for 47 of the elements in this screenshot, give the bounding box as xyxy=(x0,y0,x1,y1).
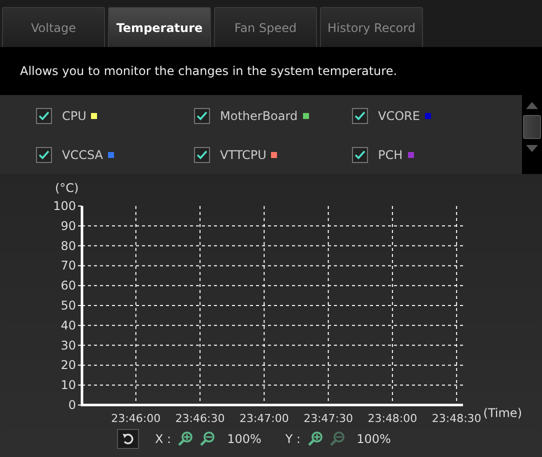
checkbox[interactable] xyxy=(194,108,210,124)
checkbox[interactable] xyxy=(36,146,52,162)
y-tick-label: 30 xyxy=(60,338,76,352)
zoom-in-icon[interactable] xyxy=(177,431,194,447)
tab[interactable]: Fan Speed xyxy=(214,7,317,47)
x-tick-label: 23:48:00 xyxy=(368,412,418,425)
sensor-label: VCCSA xyxy=(62,148,104,162)
tab[interactable]: Voltage xyxy=(2,7,105,47)
y-axis-unit: (°C) xyxy=(55,181,79,195)
y-tick-label: 10 xyxy=(60,378,76,392)
y-axis-label: Y : xyxy=(285,432,301,446)
y-tick-label: 50 xyxy=(60,298,76,312)
checkbox[interactable] xyxy=(194,146,210,162)
y-tick-label: 20 xyxy=(60,358,76,372)
reset-button[interactable] xyxy=(117,429,139,449)
description-text: Allows you to monitor the changes in the system temperature. xyxy=(20,64,398,78)
x-tick-label: 23:48:30 xyxy=(432,412,482,425)
y-tick-label: 80 xyxy=(60,238,76,253)
x-zoom-percent: 100% xyxy=(227,432,262,446)
x-tick-label: 23:46:30 xyxy=(175,412,225,425)
x-tick-label: 23:46:00 xyxy=(111,412,161,425)
x-tick-label: 23:47:00 xyxy=(239,412,289,425)
x-axis-label: X : xyxy=(155,432,172,446)
reset-icon xyxy=(121,432,135,446)
sensor-label: VCORE xyxy=(378,108,420,122)
y-tick-label: 70 xyxy=(60,258,76,273)
sensor-label: CPU xyxy=(62,108,86,122)
x-axis-unit: (Time) xyxy=(483,406,522,420)
sensor-label: VTTCPU xyxy=(220,148,266,162)
checkbox[interactable] xyxy=(352,108,368,124)
scrollbar[interactable] xyxy=(522,95,542,174)
y-tick-label: 100 xyxy=(53,199,76,213)
y-tick-label: 90 xyxy=(60,218,76,233)
zoom-out-icon[interactable] xyxy=(199,431,216,447)
tab[interactable]: Temperature xyxy=(108,7,211,47)
sensor-label: PCH xyxy=(378,148,403,162)
y-zoom-percent: 100% xyxy=(356,432,391,446)
zoom-in-icon[interactable] xyxy=(306,431,323,447)
tab[interactable]: History Record xyxy=(320,7,423,47)
checkbox[interactable] xyxy=(352,146,368,162)
x-tick-label: 23:47:30 xyxy=(304,412,353,425)
sensor-label: MotherBoard xyxy=(220,108,298,122)
zoom-out-icon[interactable] xyxy=(328,431,345,447)
y-tick-label: 0 xyxy=(68,398,76,412)
y-tick-label: 40 xyxy=(60,318,76,332)
checkbox[interactable] xyxy=(36,108,52,124)
y-tick-label: 60 xyxy=(60,278,76,293)
